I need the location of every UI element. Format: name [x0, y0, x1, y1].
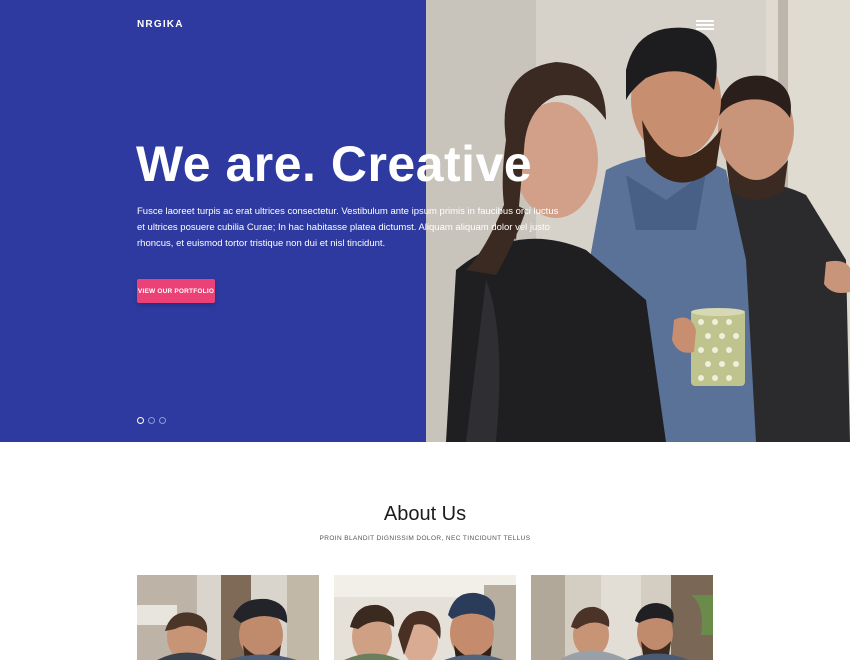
hero-headline: We are. Creative [136, 136, 533, 192]
about-title: About Us [383, 503, 467, 525]
slider-pagination [137, 417, 166, 424]
team-photo-2 [334, 575, 516, 660]
about-subtitle: PROIN BLANDIT DIGNISSIM DOLOR, NEC TINCI… [319, 535, 531, 542]
team-photo-1 [137, 575, 319, 660]
slider-dot-3[interactable] [159, 417, 166, 424]
team-photo-3 [531, 575, 713, 660]
view-portfolio-button[interactable]: VIEW OUR PORTFOLIO [137, 279, 215, 303]
slider-dot-2[interactable] [148, 417, 155, 424]
slider-dot-1[interactable] [137, 417, 144, 424]
hero-intro-text: Fusce laoreet turpis ac erat ultrices co… [137, 206, 559, 249]
brand-logo[interactable]: NRGIKA [137, 19, 184, 30]
hamburger-menu-icon[interactable] [696, 20, 714, 32]
hero-section: NRGIKA We are. Creative Fusce laoreet tu… [0, 0, 850, 442]
